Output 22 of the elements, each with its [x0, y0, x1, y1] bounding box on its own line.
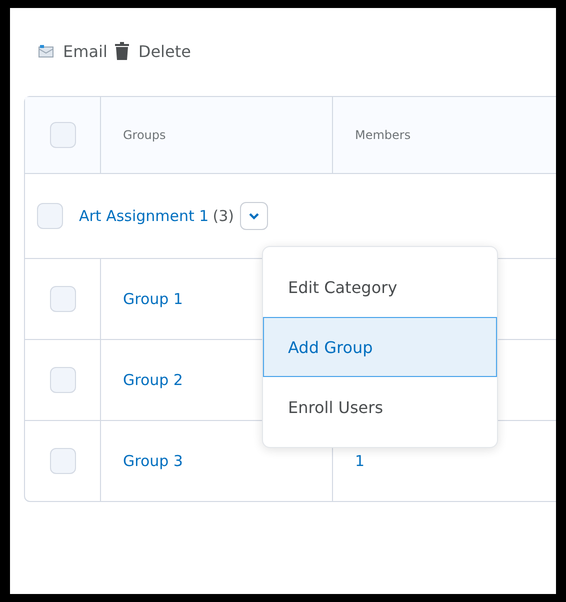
column-header: Groups: [123, 128, 166, 142]
row-checkbox[interactable]: [50, 448, 76, 474]
trash-icon: [115, 41, 130, 61]
row-checkbox[interactable]: [50, 367, 76, 393]
members-count[interactable]: 1: [355, 452, 365, 470]
category-checkbox[interactable]: [37, 203, 63, 229]
group-link[interactable]: Group 3: [123, 452, 183, 470]
menu-item[interactable]: Enroll Users: [263, 377, 497, 437]
category-link[interactable]: Art Assignment 1: [79, 207, 209, 225]
menu-item[interactable]: Edit Category: [263, 257, 497, 317]
column-header: Members: [355, 128, 411, 142]
chevron-down-icon: [248, 212, 259, 220]
envelope-icon: [38, 44, 54, 58]
category-count: (3): [212, 207, 234, 225]
menu-item[interactable]: Add Group: [263, 317, 497, 377]
row-checkbox[interactable]: [50, 286, 76, 312]
select-all-checkbox[interactable]: [50, 122, 76, 148]
group-link[interactable]: Group 2: [123, 371, 183, 389]
delete-button[interactable]: Delete: [115, 41, 191, 61]
dropdown-button[interactable]: [240, 202, 268, 230]
email-button[interactable]: Email: [38, 42, 108, 60]
group-link[interactable]: Group 1: [123, 290, 183, 308]
